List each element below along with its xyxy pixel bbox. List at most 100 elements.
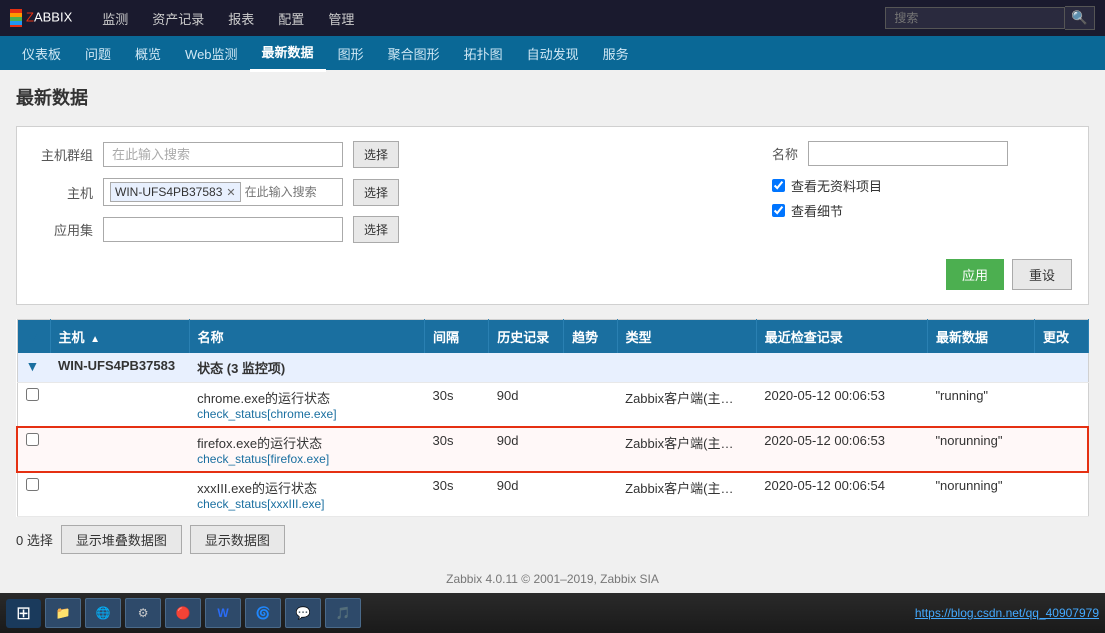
- nav-latest-data[interactable]: 最新数据: [250, 34, 326, 72]
- row3-lastdata: "norunning": [927, 472, 1034, 517]
- taskbar-item-5[interactable]: 🌀: [245, 598, 281, 628]
- taskbar-item-1[interactable]: 📁: [45, 598, 81, 628]
- row1-trend: [564, 383, 618, 428]
- app-select-button[interactable]: 选择: [353, 216, 399, 243]
- nav-graphs[interactable]: 图形: [326, 36, 376, 71]
- menu-item-monitor[interactable]: 监测: [92, 1, 138, 36]
- row3-check[interactable]: [17, 472, 50, 517]
- show-stacked-graph-button[interactable]: 显示堆叠数据图: [61, 525, 182, 554]
- th-change[interactable]: 更改: [1034, 320, 1088, 354]
- search-input[interactable]: [885, 7, 1065, 29]
- th-trend[interactable]: 趋势: [564, 320, 618, 354]
- host-input-area[interactable]: WIN-UFS4PB37583 ✕: [103, 178, 343, 206]
- row2-lastcheck: 2020-05-12 00:06:53: [756, 427, 927, 472]
- checkbox-details-input[interactable]: [772, 204, 785, 217]
- row3-checkbox[interactable]: [26, 478, 39, 491]
- filter-right: 名称 查看无资料项目 查看细节: [772, 141, 1072, 253]
- th-type[interactable]: 类型: [617, 320, 756, 354]
- menu-item-reports[interactable]: 报表: [218, 1, 264, 36]
- nav-web-monitoring[interactable]: Web监测: [173, 36, 250, 71]
- row3-trend: [564, 472, 618, 517]
- row1-interval: 30s: [425, 383, 489, 428]
- host-search-input[interactable]: [245, 185, 336, 199]
- filter-row-host: 主机 WIN-UFS4PB37583 ✕ 选择: [33, 178, 752, 206]
- name-input[interactable]: [808, 141, 1008, 166]
- taskbar-item-2[interactable]: 🌐: [85, 598, 121, 628]
- host-select-button[interactable]: 选择: [353, 179, 399, 206]
- row2-item-key[interactable]: check_status[firefox.exe]: [197, 452, 416, 466]
- host-tag-remove[interactable]: ✕: [226, 186, 235, 199]
- row2-type: Zabbix客户端(主…: [617, 427, 756, 472]
- row1-item-key[interactable]: check_status[chrome.exe]: [197, 407, 416, 421]
- nav-overview[interactable]: 概览: [123, 36, 173, 71]
- row2-checkbox[interactable]: [26, 433, 39, 446]
- row3-item-name: xxxIII.exe的运行状态: [197, 478, 416, 497]
- th-name[interactable]: 名称: [189, 320, 424, 354]
- row1-change: [1034, 383, 1088, 428]
- filter-row-host-group: 主机群组 选择: [33, 141, 752, 168]
- nav-problems[interactable]: 问题: [73, 36, 123, 71]
- checkbox-no-data: 查看无资料项目: [772, 176, 882, 195]
- start-button[interactable]: ⊞: [6, 599, 41, 628]
- checkbox-details: 查看细节: [772, 201, 882, 220]
- row3-lastcheck: 2020-05-12 00:06:54: [756, 472, 927, 517]
- apply-button[interactable]: 应用: [946, 259, 1004, 290]
- host-group-input[interactable]: [103, 142, 343, 167]
- footer-row: 0 选择 显示堆叠数据图 显示数据图: [16, 525, 1089, 554]
- host-group-select-button[interactable]: 选择: [353, 141, 399, 168]
- row1-lastdata: "running": [927, 383, 1034, 428]
- taskbar-icon-6: 💬: [294, 604, 312, 622]
- row2-interval: 30s: [425, 427, 489, 472]
- nav-services[interactable]: 服务: [591, 36, 641, 71]
- row3-item-key[interactable]: check_status[xxxIII.exe]: [197, 497, 416, 511]
- row3-name-cell: xxxIII.exe的运行状态 check_status[xxxIII.exe]: [189, 472, 424, 517]
- row1-checkbox[interactable]: [26, 388, 39, 401]
- th-lastdata[interactable]: 最新数据: [927, 320, 1034, 354]
- search-button[interactable]: 🔍: [1065, 6, 1095, 30]
- th-interval[interactable]: 间隔: [425, 320, 489, 354]
- taskbar-item-6[interactable]: 💬: [285, 598, 321, 628]
- page-title: 最新数据: [16, 84, 1089, 110]
- main-menu: 监测 资产记录 报表 配置 管理: [92, 1, 364, 36]
- taskbar-item-4[interactable]: 🔴: [165, 598, 201, 628]
- filter-left: 主机群组 选择 主机 WIN-UFS4PB37583 ✕ 选择: [33, 141, 752, 253]
- taskbar-icon-1: 📁: [54, 604, 72, 622]
- th-lastcheck[interactable]: 最近检查记录: [756, 320, 927, 354]
- taskbar: ⊞ 📁 🌐 ⚙ 🔴 W 🌀 💬 🎵 https://blog.csdn.net/…: [0, 593, 1105, 633]
- checkbox-no-data-input[interactable]: [772, 179, 785, 192]
- menu-item-config[interactable]: 配置: [268, 1, 314, 36]
- menu-item-admin[interactable]: 管理: [318, 1, 364, 36]
- row1-check[interactable]: [17, 383, 50, 428]
- th-history[interactable]: 历史记录: [489, 320, 564, 354]
- row2-check[interactable]: [17, 427, 50, 472]
- footer-text: Zabbix 4.0.11 © 2001–2019, Zabbix SIA: [446, 572, 659, 586]
- show-chart-button[interactable]: 显示数据图: [190, 525, 285, 554]
- host-label: 主机: [33, 183, 93, 202]
- data-table: ▼ 主机 ▲ 名称 间隔 历史记录 趋势 类型 最近检查记录 最新数据 更改: [16, 319, 1089, 517]
- row1-name-cell: chrome.exe的运行状态 check_status[chrome.exe]: [189, 383, 424, 428]
- expand-arrow[interactable]: ▼: [26, 329, 40, 345]
- reset-button[interactable]: 重设: [1012, 259, 1072, 290]
- row2-name-cell: firefox.exe的运行状态 check_status[firefox.ex…: [189, 427, 424, 472]
- nav-screens[interactable]: 聚合图形: [376, 36, 452, 71]
- taskbar-item-word[interactable]: W: [205, 598, 241, 628]
- th-host[interactable]: 主机 ▲: [50, 320, 189, 354]
- row3-interval: 30s: [425, 472, 489, 517]
- group-row: ▼ WIN-UFS4PB37583 状态 (3 监控项): [17, 353, 1088, 383]
- taskbar-item-3[interactable]: ⚙: [125, 598, 161, 628]
- row2-trend: [564, 427, 618, 472]
- nav-discovery[interactable]: 自动发现: [515, 36, 591, 71]
- menu-item-assets[interactable]: 资产记录: [142, 1, 214, 36]
- taskbar-url: https://blog.csdn.net/qq_40907979: [915, 606, 1099, 620]
- sort-icon: ▲: [90, 334, 100, 345]
- app-input[interactable]: [103, 217, 343, 242]
- taskbar-item-7[interactable]: 🎵: [325, 598, 361, 628]
- row3-type: Zabbix客户端(主…: [617, 472, 756, 517]
- group-expand-arrow[interactable]: ▼: [26, 358, 40, 374]
- group-host: WIN-UFS4PB37583: [50, 353, 189, 383]
- group-expand[interactable]: ▼: [17, 353, 50, 383]
- nav-topology[interactable]: 拓扑图: [452, 36, 515, 71]
- page-content: 最新数据 主机群组 选择 主机 WIN-UFS4PB37583 ✕: [0, 70, 1105, 608]
- taskbar-icon-word: W: [214, 604, 232, 622]
- nav-dashboard[interactable]: 仪表板: [10, 36, 73, 71]
